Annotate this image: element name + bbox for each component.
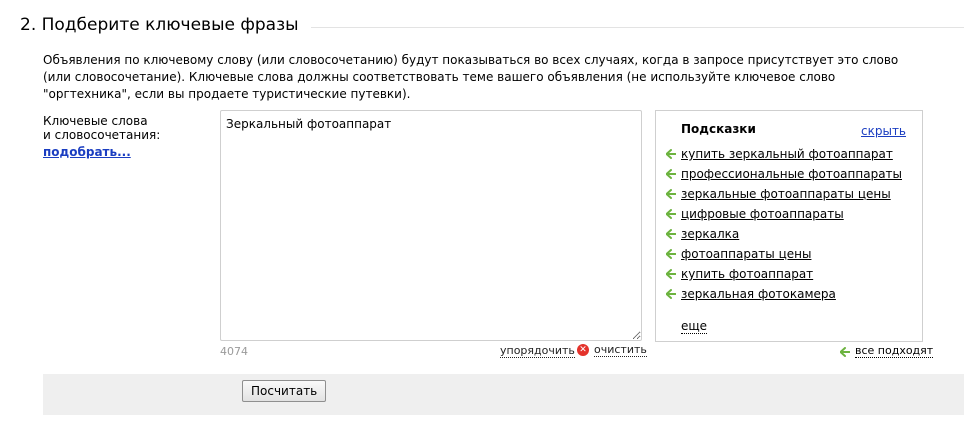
- section-description: Объявления по ключевому слову (или слово…: [43, 53, 899, 101]
- clear-keywords-link[interactable]: очистить: [594, 343, 647, 357]
- hint-item[interactable]: зеркальная фотокамера: [666, 284, 902, 304]
- hint-link[interactable]: зеркалка: [681, 227, 739, 241]
- keywords-label-block: Ключевые слова и словосочетания: подобра…: [43, 114, 213, 159]
- arrow-left-icon[interactable]: [666, 269, 676, 279]
- hint-link[interactable]: фотоаппараты цены: [681, 247, 811, 261]
- hint-link[interactable]: зеркальная фотокамера: [681, 287, 836, 301]
- hint-list: купить зеркальный фотоаппарат профессион…: [666, 144, 902, 304]
- pick-keywords-link[interactable]: подобрать...: [43, 145, 131, 159]
- hint-item[interactable]: цифровые фотоаппараты: [666, 204, 902, 224]
- hint-item[interactable]: профессиональные фотоаппараты: [666, 164, 902, 184]
- hints-panel: Подсказки скрыть купить зеркальный фотоа…: [655, 110, 923, 342]
- add-all-hints-control[interactable]: все подходят: [840, 345, 934, 358]
- hint-item[interactable]: зеркальные фотоаппараты цены: [666, 184, 902, 204]
- calculate-button[interactable]: Посчитать: [242, 380, 327, 402]
- arrow-left-icon[interactable]: [666, 289, 676, 299]
- more-hints-link[interactable]: еще: [681, 320, 708, 334]
- character-counter: 4074: [220, 345, 248, 358]
- arrow-left-icon[interactable]: [666, 149, 676, 159]
- add-all-hints-link[interactable]: все подходят: [855, 345, 934, 358]
- sort-keywords-link[interactable]: упорядочить: [500, 345, 575, 358]
- arrow-left-icon[interactable]: [666, 229, 676, 239]
- arrow-left-icon[interactable]: [666, 249, 676, 259]
- hide-hints-link[interactable]: скрыть: [861, 124, 906, 138]
- hint-link[interactable]: купить зеркальный фотоаппарат: [681, 147, 893, 161]
- arrow-left-icon[interactable]: [840, 346, 850, 357]
- hint-item[interactable]: фотоаппараты цены: [666, 244, 902, 264]
- footer-bar: [43, 374, 964, 415]
- hint-link[interactable]: профессиональные фотоаппараты: [681, 167, 902, 181]
- arrow-left-icon[interactable]: [666, 209, 676, 219]
- section-title: 2. Подберите ключевые фразы: [20, 15, 311, 35]
- hint-item[interactable]: купить зеркальный фотоаппарат: [666, 144, 902, 164]
- hint-link[interactable]: купить фотоаппарат: [681, 267, 813, 281]
- keywords-textarea[interactable]: [220, 110, 642, 341]
- arrow-left-icon[interactable]: [666, 189, 676, 199]
- hint-link[interactable]: цифровые фотоаппараты: [681, 207, 844, 221]
- arrow-left-icon[interactable]: [666, 169, 676, 179]
- hints-title: Подсказки: [681, 122, 756, 136]
- keywords-label-line1: Ключевые слова: [43, 114, 148, 128]
- clear-icon[interactable]: ✕: [577, 344, 589, 356]
- keywords-label-line2: и словосочетания:: [43, 128, 161, 142]
- hint-item[interactable]: купить фотоаппарат: [666, 264, 902, 284]
- hint-link[interactable]: зеркальные фотоаппараты цены: [681, 187, 891, 201]
- clear-keywords-control[interactable]: ✕ очистить: [577, 343, 647, 357]
- hint-item[interactable]: зеркалка: [666, 224, 902, 244]
